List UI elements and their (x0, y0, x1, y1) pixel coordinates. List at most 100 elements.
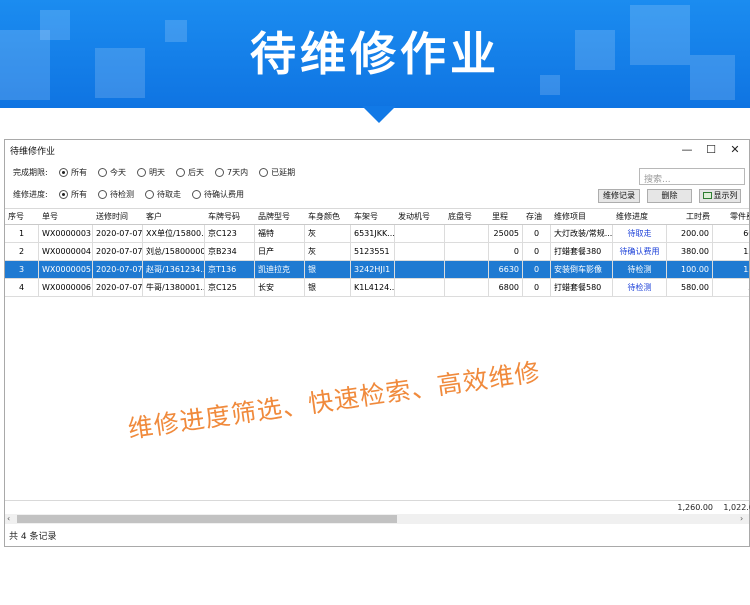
parts-total: 1,022.00 (723, 503, 750, 512)
cell-chassis-no (445, 279, 489, 296)
repair-records-button[interactable]: 维修记录 (598, 189, 640, 203)
cell-chassis-no (445, 225, 489, 242)
column-header-vin[interactable]: 车架号 (351, 209, 395, 224)
banner-title: 待维修作业 (250, 27, 500, 81)
radio-label: 后天 (188, 168, 204, 177)
cell-parts-fee: 159. (713, 261, 749, 278)
cell-color: 灰 (305, 243, 351, 260)
cell-engine-no (395, 261, 445, 278)
table-row[interactable]: 1 WX0000003 2020-07-07 XX单位/15800... 京C123 福特… (5, 225, 749, 243)
cell-plate: 京C123 (205, 225, 255, 242)
cell-vin: K1L4124... (351, 279, 395, 296)
cell-vin: 3242HJI1 (351, 261, 395, 278)
radio-unchecked-icon (259, 168, 269, 177)
radio-completion-day-after[interactable]: 后天 (176, 167, 204, 178)
cell-brand: 福特 (255, 225, 305, 242)
cell-chassis-no (445, 261, 489, 278)
cell-brand: 长安 (255, 279, 305, 296)
cell-parts-fee: 39. (713, 279, 749, 296)
cell-progress: 待检测 (613, 261, 667, 278)
column-header-seq[interactable]: 序号 (5, 209, 39, 224)
cell-vin: 5123551 (351, 243, 395, 260)
cell-mileage: 0 (489, 243, 523, 260)
cell-repair-item: 打蜡套餐380 (551, 243, 613, 260)
cell-plate: 京C125 (205, 279, 255, 296)
cell-order-no: WX0000005 (39, 261, 93, 278)
radio-label: 已延期 (271, 168, 296, 177)
column-header-color[interactable]: 车身颜色 (305, 209, 351, 224)
radio-completion-overdue[interactable]: 已延期 (259, 167, 295, 178)
cell-repair-item: 安装倒车影像 (551, 261, 613, 278)
radio-completion-tomorrow[interactable]: 明天 (137, 167, 165, 178)
column-header-engine-no[interactable]: 发动机号 (395, 209, 445, 224)
radio-completion-today[interactable]: 今天 (98, 167, 126, 178)
column-header-repair-item[interactable]: 维修项目 (551, 209, 613, 224)
scroll-right-icon[interactable]: › (740, 514, 743, 524)
cell-engine-no (395, 225, 445, 242)
cell-sent-time: 2020-07-07 (93, 279, 143, 296)
cell-order-no: WX0000006 (39, 279, 93, 296)
radio-progress-all[interactable]: 所有 (59, 189, 87, 200)
show-columns-button[interactable]: 显示列 (699, 189, 741, 203)
horizontal-scrollbar[interactable]: ‹ › (5, 514, 749, 524)
show-columns-label: 显示列 (713, 191, 738, 200)
radio-checked-icon (59, 168, 68, 177)
radio-label: 待检测 (110, 190, 134, 199)
cell-mileage: 6630 (489, 261, 523, 278)
column-header-plate[interactable]: 车牌号码 (205, 209, 255, 224)
radio-progress-inspect[interactable]: 待检测 (98, 189, 134, 200)
grid-header: 序号 单号 送修时间 客户 车牌号码 品牌型号 车身颜色 车架号 发动机号 底盘号 里程 存油 维修项目… (5, 208, 749, 225)
radio-completion-7days[interactable]: 7天内 (215, 167, 248, 178)
cell-color: 银 (305, 261, 351, 278)
scrollbar-thumb[interactable] (17, 515, 397, 523)
cell-repair-item: 大灯改装/常规... (551, 225, 613, 242)
radio-progress-pickup[interactable]: 待取走 (145, 189, 181, 200)
radio-label: 7天内 (227, 168, 249, 177)
minimize-icon[interactable]: — (675, 142, 699, 158)
column-header-chassis-no[interactable]: 底盘号 (445, 209, 489, 224)
cell-parts-fee: 159. (713, 243, 749, 260)
cell-fuel: 0 (523, 225, 551, 242)
cell-labor-fee: 200.00 (667, 225, 713, 242)
radio-unchecked-icon (98, 190, 107, 199)
column-header-labor-fee[interactable]: 工时费 (667, 209, 713, 224)
table-row[interactable]: 3 WX0000005 2020-07-07 赵哥/1361234... 京T136 凯迪… (5, 261, 749, 279)
completion-filter: 完成期限: 所有 今天 明天 后天 7天内 已延期 (13, 167, 306, 178)
radio-label: 明天 (149, 168, 165, 177)
cell-mileage: 6800 (489, 279, 523, 296)
table-row[interactable]: 2 WX0000004 2020-07-07 刘总/15800000 京B234 日产灰 5… (5, 243, 749, 261)
cell-labor-fee: 580.00 (667, 279, 713, 296)
column-header-order-no[interactable]: 单号 (39, 209, 93, 224)
radio-completion-all[interactable]: 所有 (59, 167, 87, 178)
column-header-fuel[interactable]: 存油 (523, 209, 551, 224)
cell-seq: 2 (5, 243, 39, 260)
cell-seq: 4 (5, 279, 39, 296)
radio-progress-confirm[interactable]: 待确认费用 (192, 189, 244, 200)
maximize-icon[interactable]: ☐ (699, 142, 723, 158)
cell-progress: 待检测 (613, 279, 667, 296)
search-input[interactable]: 搜索... (639, 168, 745, 185)
delete-button[interactable]: 删除 (647, 189, 692, 203)
cell-plate: 京T136 (205, 261, 255, 278)
column-header-brand[interactable]: 品牌型号 (255, 209, 305, 224)
radio-label: 待确认费用 (204, 190, 244, 199)
scroll-left-icon[interactable]: ‹ (7, 514, 10, 524)
labor-total: 1,260.00 (677, 503, 713, 512)
radio-label: 待取走 (157, 190, 181, 199)
table-row[interactable]: 4 WX0000006 2020-07-07 牛哥/1380001... 京C125 长安… (5, 279, 749, 297)
column-header-customer[interactable]: 客户 (143, 209, 205, 224)
column-header-parts-fee[interactable]: 零件费用 (713, 209, 749, 224)
cell-repair-item: 打蜡套餐580 (551, 279, 613, 296)
column-header-mileage[interactable]: 里程 (489, 209, 523, 224)
progress-filter-label: 维修进度: (13, 190, 48, 199)
close-icon[interactable]: ✕ (723, 142, 747, 158)
radio-unchecked-icon (137, 168, 146, 177)
cell-chassis-no (445, 243, 489, 260)
cell-mileage: 25005 (489, 225, 523, 242)
radio-unchecked-icon (215, 168, 224, 177)
cell-color: 银 (305, 279, 351, 296)
window-title: 待维修作业 (10, 147, 56, 157)
radio-unchecked-icon (98, 168, 107, 177)
column-header-progress[interactable]: 维修进度 (613, 209, 667, 224)
column-header-sent-time[interactable]: 送修时间 (93, 209, 143, 224)
